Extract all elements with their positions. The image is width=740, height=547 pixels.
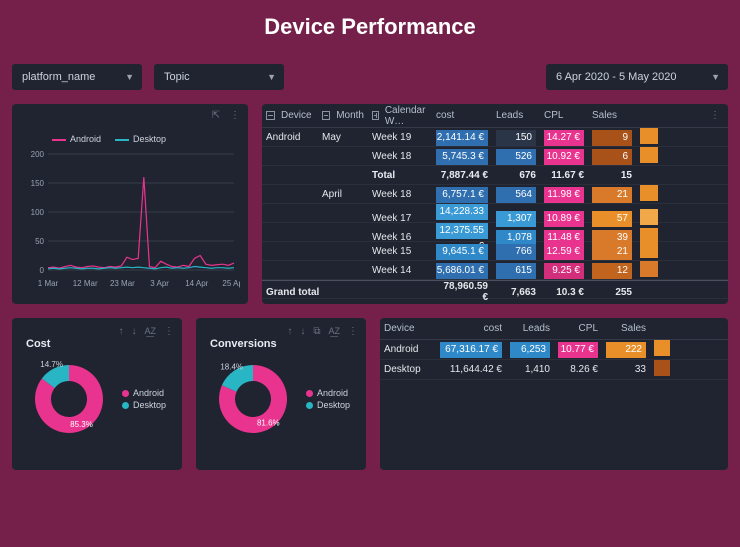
line-legend: Android Desktop (52, 134, 166, 144)
svg-text:100: 100 (31, 208, 45, 217)
table-row: Android67,316.17 €6,25310.77 €222 (380, 340, 728, 360)
svg-text:25 Apr: 25 Apr (222, 279, 240, 288)
table-row: Week 145,686.01 €6159.25 €12 (262, 261, 728, 280)
svg-text:3 Apr: 3 Apr (150, 279, 169, 288)
svg-text:14.7%: 14.7% (40, 360, 63, 369)
filter-topic[interactable]: Topic ▼ (154, 64, 284, 90)
svg-text:85.3%: 85.3% (70, 420, 93, 429)
pivot-table: ⋮ Device Month Calendar W… cost Leads CP… (262, 104, 728, 304)
chevron-down-icon: ▼ (711, 72, 720, 82)
more-icon[interactable]: ⋮ (348, 326, 358, 337)
page-title: Device Performance (0, 0, 740, 64)
expand-icon[interactable] (372, 111, 379, 120)
sort-up-icon[interactable]: ↑ (287, 326, 292, 337)
svg-text:200: 200 (31, 150, 45, 159)
table-header: Device cost Leads CPL Sales (380, 318, 728, 340)
svg-text:50: 50 (35, 237, 44, 246)
table-header: Device Month Calendar W… cost Leads CPL … (262, 104, 728, 128)
collapse-icon[interactable] (266, 111, 275, 120)
filter-platform[interactable]: platform_name ▼ (12, 64, 142, 90)
chart-icon[interactable]: ⧉ (313, 326, 320, 337)
svg-text:18.4%: 18.4% (220, 362, 243, 371)
sort-down-icon[interactable]: ↓ (131, 326, 136, 337)
table-row: Week 1714,228.33 €1,30710.89 €57 (262, 204, 728, 223)
svg-text:0: 0 (40, 266, 45, 275)
sort-down-icon[interactable]: ↓ (300, 326, 305, 337)
more-icon[interactable]: ⋮ (230, 110, 240, 121)
line-chart-panel: ⇱ ⋮ Android Desktop 0 50 100 150 200 1 Mar 12 … (12, 104, 248, 304)
share-icon[interactable]: ⇱ (212, 110, 220, 121)
az-icon[interactable]: A͟Z (328, 326, 340, 337)
filter-platform-label: platform_name (22, 71, 95, 83)
svg-text:1 Mar: 1 Mar (38, 279, 59, 288)
cost-donut-panel: ↑ ↓ A͟Z ⋮ Cost 85.3%14.7% Android Deskto… (12, 318, 182, 470)
svg-text:150: 150 (31, 179, 45, 188)
table-row: AndroidMayWeek 192,141.14 €15014.27 €9 (262, 128, 728, 147)
filter-topic-label: Topic (164, 71, 190, 83)
filter-date-label: 6 Apr 2020 - 5 May 2020 (556, 71, 676, 83)
summary-table: Device cost Leads CPL Sales Android67,31… (380, 318, 728, 470)
table-row: Desktop11,644.42 €1,4108.26 €33 (380, 360, 728, 380)
conversions-donut-panel: ↑ ↓ ⧉ A͟Z ⋮ Conversions 81.6%18.4% Andro… (196, 318, 366, 470)
sort-up-icon[interactable]: ↑ (118, 326, 123, 337)
chevron-down-icon: ▼ (267, 72, 276, 82)
filter-bar: platform_name ▼ Topic ▼ 6 Apr 2020 - 5 M… (0, 64, 740, 104)
collapse-icon[interactable] (322, 111, 330, 120)
table-row: Week 185,745.3 €52610.92 €6 (262, 147, 728, 166)
donut-legend: Android Desktop (306, 386, 350, 412)
table-row: AprilWeek 186,757.1 €56411.98 €21 (262, 185, 728, 204)
table-row: Total7,887.44 €67611.67 €15 (262, 166, 728, 185)
more-icon[interactable]: ⋮ (710, 110, 720, 121)
table-row: Week 159,645.1 €76612.59 €21 (262, 242, 728, 261)
filter-date-range[interactable]: 6 Apr 2020 - 5 May 2020 ▼ (546, 64, 728, 90)
svg-text:23 Mar: 23 Mar (110, 279, 135, 288)
donut-chart: 85.3% 14.7% (24, 354, 114, 444)
donut-legend: Android Desktop (122, 386, 166, 412)
grand-total-row: Grand total 78,960.59 € 7,663 10.3 € 255 (262, 280, 728, 299)
svg-text:14 Apr: 14 Apr (185, 279, 208, 288)
svg-text:81.6%: 81.6% (257, 418, 280, 427)
svg-text:12 Mar: 12 Mar (73, 279, 98, 288)
more-icon[interactable]: ⋮ (164, 326, 174, 337)
chevron-down-icon: ▼ (125, 72, 134, 82)
donut-chart: 81.6% 18.4% (208, 354, 298, 444)
az-icon[interactable]: A͟Z (144, 326, 156, 337)
